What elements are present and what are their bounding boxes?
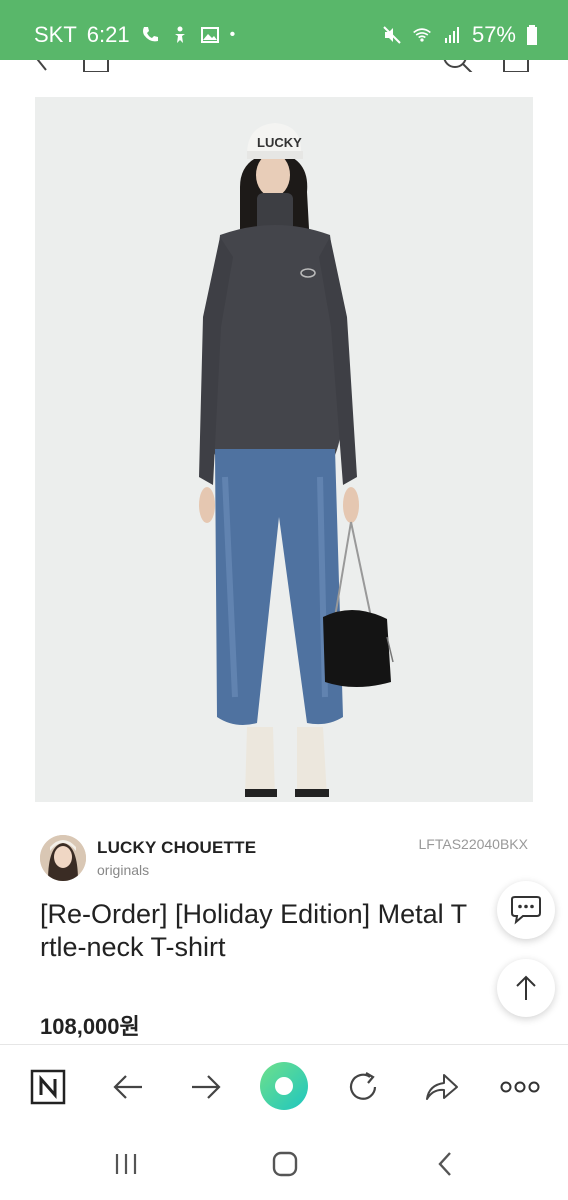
arrow-right-icon: [192, 1075, 221, 1099]
signal-icon: [444, 27, 459, 43]
back-button[interactable]: [106, 1065, 150, 1109]
avatar-image: [40, 835, 86, 881]
refresh-button[interactable]: [341, 1065, 385, 1109]
status-bar: SKT 6:21 • 57%: [0, 0, 568, 60]
cap-logo-text: LUCKY: [257, 135, 302, 150]
clock: 6:21: [86, 22, 130, 47]
naver-button[interactable]: [26, 1065, 70, 1109]
back-nav-icon[interactable]: [32, 60, 52, 72]
seller-subtitle: originals: [97, 862, 150, 878]
green-home-button[interactable]: [259, 1061, 309, 1111]
system-nav-bar: [0, 1126, 568, 1200]
product-image[interactable]: LUCKY: [35, 97, 533, 802]
chat-bubble-icon: [511, 896, 541, 925]
cart-icon[interactable]: [502, 60, 530, 72]
home-button[interactable]: [265, 1146, 305, 1182]
refresh-icon: [349, 1072, 377, 1100]
carrier-label: SKT: [34, 22, 77, 47]
more-dots-icon: [500, 1081, 540, 1093]
arrow-left-icon: [113, 1075, 142, 1099]
home-nav-icon[interactable]: [82, 60, 110, 72]
chat-button[interactable]: [497, 881, 555, 939]
product-price: 108,000원: [40, 1014, 140, 1039]
recent-apps-icon: [115, 1154, 137, 1174]
home-icon: [272, 1151, 298, 1177]
battery-icon: [527, 25, 537, 45]
system-back-button[interactable]: [425, 1146, 465, 1182]
dot-icon: •: [229, 26, 236, 43]
arrow-up-icon: [516, 975, 536, 1000]
naver-n-icon: [30, 1069, 66, 1105]
accessibility-icon: [174, 26, 185, 43]
green-circle-icon: [260, 1062, 308, 1110]
product-code: LFTAS22040BKX: [418, 836, 528, 852]
top-nav: [0, 60, 568, 72]
seller-avatar[interactable]: [40, 835, 86, 881]
product-title: [Re-Order] [Holiday Edition] Metal T rtl…: [40, 899, 468, 962]
recent-apps-button[interactable]: [106, 1146, 146, 1182]
mute-icon: [383, 26, 401, 44]
gallery-icon: [200, 27, 219, 43]
search-icon[interactable]: [440, 60, 474, 72]
share-icon: [426, 1074, 458, 1100]
model-photo: LUCKY: [199, 123, 394, 797]
battery-percent: 57%: [471, 22, 516, 47]
forward-button[interactable]: [184, 1065, 228, 1109]
phone-icon: [142, 27, 158, 42]
wifi-icon: [413, 28, 431, 42]
more-button[interactable]: [498, 1065, 542, 1109]
browser-toolbar: [0, 1044, 568, 1126]
chevron-left-icon: [438, 1152, 451, 1176]
share-button[interactable]: [420, 1065, 464, 1109]
scroll-top-button[interactable]: [497, 959, 555, 1017]
seller-name[interactable]: LUCKY CHOUETTE: [97, 838, 256, 858]
